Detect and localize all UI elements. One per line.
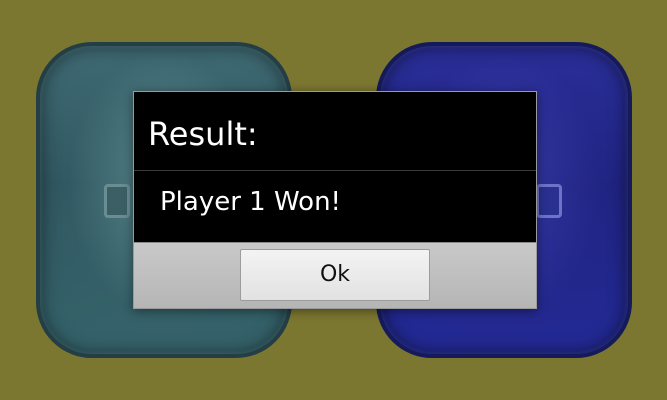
- dialog-footer: Ok: [134, 242, 536, 308]
- dialog-message: Player 1 Won!: [160, 187, 341, 217]
- player-2-pad-tab: [536, 184, 562, 218]
- ok-button[interactable]: Ok: [240, 249, 430, 301]
- dialog-title-bar: Result:: [134, 92, 536, 170]
- player-1-pad-tab: [104, 184, 130, 218]
- dialog-title: Result:: [148, 115, 258, 153]
- dialog-body: Player 1 Won!: [134, 171, 536, 242]
- result-dialog: Result: Player 1 Won! Ok: [133, 91, 537, 309]
- game-screen: Result: Player 1 Won! Ok: [0, 0, 667, 400]
